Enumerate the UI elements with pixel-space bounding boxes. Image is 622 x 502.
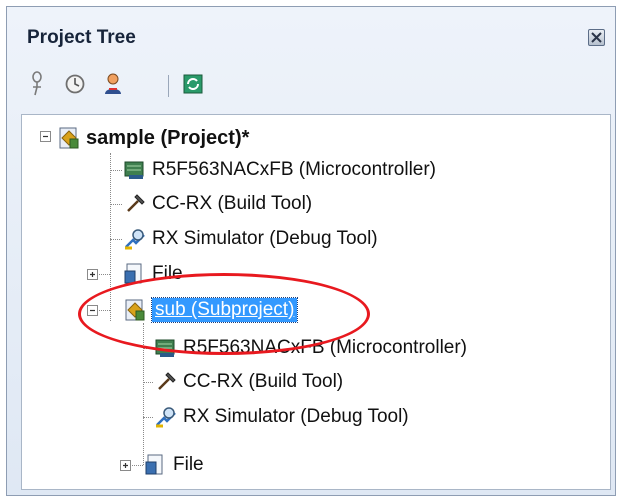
tree-item-sub-build-tool[interactable]: CC-RX (Build Tool) xyxy=(153,365,343,399)
tree-connector xyxy=(110,153,111,321)
user-button[interactable] xyxy=(100,70,126,98)
debug-tool-icon xyxy=(122,226,148,252)
sub-file-label: File xyxy=(173,454,204,475)
sub-build-tool-label: CC-RX (Build Tool) xyxy=(183,371,344,392)
plus-icon xyxy=(123,463,128,468)
debug-tool-label: RX Simulator (Debug Tool) xyxy=(152,228,378,249)
plus-icon xyxy=(90,272,95,277)
close-button[interactable] xyxy=(588,29,605,46)
tree-item-build-tool[interactable]: CC-RX (Build Tool) xyxy=(122,187,312,221)
toolbar-separator xyxy=(168,75,169,97)
tree-connector xyxy=(110,239,122,240)
tree-connector xyxy=(143,348,153,349)
project-icon xyxy=(56,125,82,151)
clock-icon xyxy=(65,74,85,94)
refresh-button[interactable] xyxy=(180,70,206,98)
subproject-icon xyxy=(122,297,148,323)
microcontroller-icon xyxy=(153,335,179,361)
subproject-label: sub (Subproject) xyxy=(150,297,299,323)
tree-item-project[interactable]: sample (Project)* xyxy=(56,121,249,155)
tree-connector xyxy=(143,382,153,383)
collapse-toggle[interactable] xyxy=(87,305,98,316)
sub-microcontroller-label: R5F563NACxFB (Microcontroller) xyxy=(183,337,468,358)
tree-connector xyxy=(110,204,122,205)
clock-button[interactable] xyxy=(62,70,88,98)
minus-icon xyxy=(43,135,48,138)
collapse-toggle[interactable] xyxy=(40,131,51,142)
tree-connector xyxy=(143,323,144,465)
tree-item-sub-file[interactable]: File xyxy=(143,448,204,482)
file-label: File xyxy=(152,263,183,284)
tree-connector xyxy=(110,170,122,171)
panel-toolbar xyxy=(7,62,615,106)
sub-debug-tool-label: RX Simulator (Debug Tool) xyxy=(183,406,409,427)
tree-connector xyxy=(143,417,153,418)
panel-titlebar: Project Tree xyxy=(7,7,615,55)
pin-button[interactable] xyxy=(24,70,50,98)
tree-item-file[interactable]: File xyxy=(122,257,183,291)
microcontroller-label: R5F563NACxFB (Microcontroller) xyxy=(152,159,437,180)
refresh-icon xyxy=(183,74,203,94)
file-folder-icon xyxy=(122,261,148,287)
tree-item-subproject[interactable]: sub (Subproject) xyxy=(122,293,299,327)
project-tree-panel: Project Tree sample (Project)* R5F563NAC… xyxy=(6,6,616,496)
tree-item-debug-tool[interactable]: RX Simulator (Debug Tool) xyxy=(122,222,378,256)
tree-item-sub-microcontroller[interactable]: R5F563NACxFB (Microcontroller) xyxy=(153,331,467,365)
pin-icon xyxy=(32,71,42,96)
hammer-icon xyxy=(122,191,148,217)
build-tool-label: CC-RX (Build Tool) xyxy=(152,193,313,214)
user-icon xyxy=(105,73,121,94)
hammer-icon xyxy=(153,369,179,395)
debug-tool-icon xyxy=(153,404,179,430)
panel-title: Project Tree xyxy=(27,27,136,48)
minus-icon xyxy=(90,309,95,312)
tree-item-sub-debug-tool[interactable]: RX Simulator (Debug Tool) xyxy=(153,400,409,434)
project-tree[interactable]: sample (Project)* R5F563NACxFB (Microcon… xyxy=(21,114,611,490)
tree-item-microcontroller[interactable]: R5F563NACxFB (Microcontroller) xyxy=(122,153,436,187)
file-folder-icon xyxy=(143,452,169,478)
close-icon xyxy=(591,32,602,43)
project-label: sample (Project)* xyxy=(86,126,250,149)
expand-toggle[interactable] xyxy=(87,269,98,280)
expand-toggle[interactable] xyxy=(120,460,131,471)
microcontroller-icon xyxy=(122,157,148,183)
